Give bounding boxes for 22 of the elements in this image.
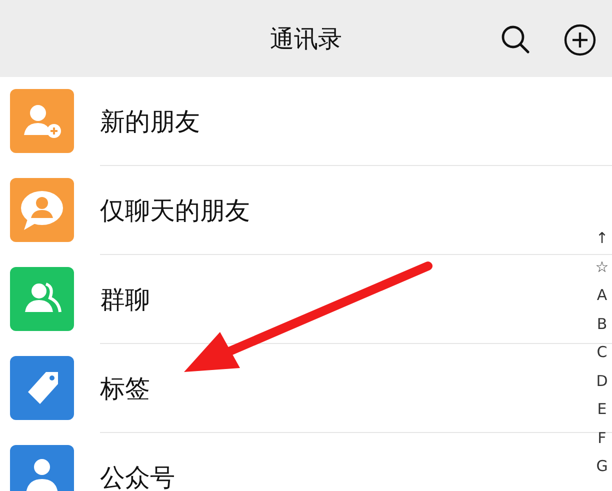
index-letter[interactable]: F (598, 424, 606, 452)
contact-menu-item[interactable]: 公众号 (0, 433, 590, 491)
menu-item-label: 公众号 (100, 462, 175, 491)
index-letter[interactable]: ↑ (596, 224, 608, 252)
index-letter[interactable]: A (596, 281, 608, 310)
menu-item-label: 群聊 (100, 284, 150, 316)
contact-menu-item[interactable]: 标签 (0, 344, 590, 432)
index-letter[interactable]: D (596, 366, 608, 395)
page-title: 通讯录 (270, 24, 342, 54)
contact-menu-item[interactable]: 新的朋友 (0, 77, 590, 165)
index-letter[interactable]: G (596, 452, 608, 480)
index-letter[interactable]: ☆ (595, 252, 609, 281)
menu-item-label: 新的朋友 (100, 106, 200, 138)
menu-item-label: 仅聊天的朋友 (100, 194, 250, 226)
search-icon[interactable] (500, 24, 530, 54)
add-icon[interactable] (564, 24, 596, 56)
menu-item-label: 标签 (100, 372, 150, 404)
index-letter[interactable]: E (597, 395, 607, 424)
index-letter[interactable]: B (596, 310, 608, 338)
contact-menu-item[interactable]: 仅聊天的朋友 (0, 166, 590, 254)
contact-menu-item[interactable]: 群聊 (0, 255, 590, 343)
index-letter[interactable]: C (596, 338, 608, 366)
